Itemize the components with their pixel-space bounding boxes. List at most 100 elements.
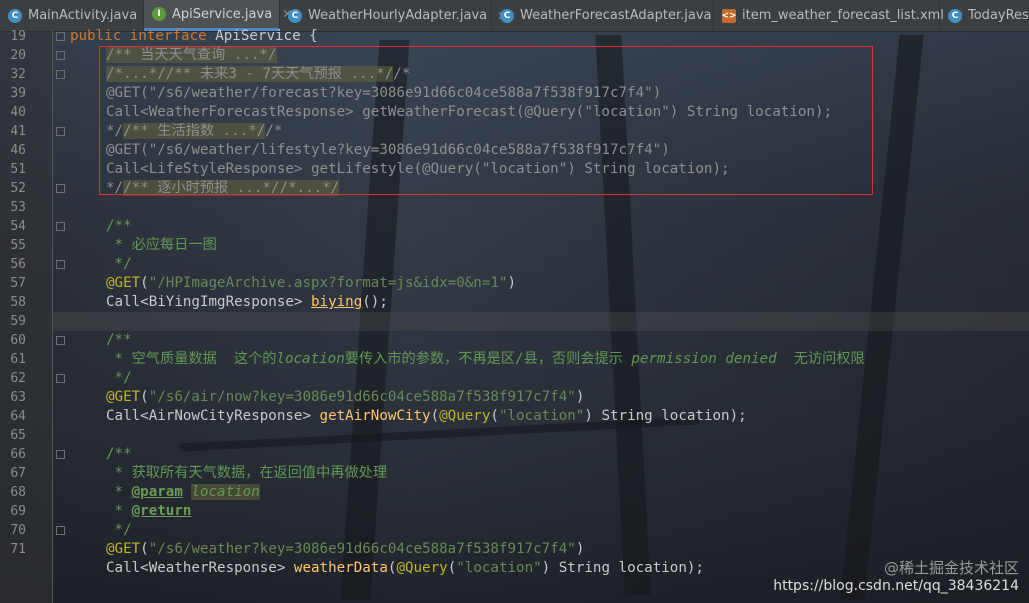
doc-param: location (191, 484, 260, 500)
fold-marker-icon[interactable] (56, 336, 65, 345)
fold-marker-icon[interactable] (56, 450, 65, 459)
line-number: 40 (10, 105, 26, 120)
line-number: 65 (10, 428, 26, 443)
class-file-icon: C (288, 8, 302, 23)
code-line: */ (106, 369, 132, 388)
tab-item-weather-forecast-list[interactable]: <> item_weather_forecast_list.xml ✕ (714, 0, 964, 31)
doc-comment: */ (106, 256, 132, 272)
annotation: @Query (439, 408, 491, 424)
string-literal: "location" (456, 560, 542, 576)
doc-tag: @param (131, 484, 183, 500)
doc-comment: 要传入市的参数，不再是区/县，否则会提示 (344, 351, 632, 367)
line-number: 51 (10, 162, 26, 177)
code-text: ) String location); (541, 560, 704, 576)
fold-marker-icon[interactable] (56, 32, 65, 41)
code-line: Call<WeatherResponse> weatherData(@Query… (106, 560, 704, 576)
line-number: 46 (10, 143, 26, 158)
code-line: * 空气质量数据 这个的location要传入市的参数，不再是区/县，否则会提示… (106, 350, 865, 369)
code-line: /** (106, 331, 132, 350)
tab-label: TodayResp (968, 8, 1029, 23)
doc-comment: * 空气质量数据 这个的 (106, 351, 277, 367)
fold-marker-icon[interactable] (56, 184, 65, 193)
line-number: 63 (10, 390, 26, 405)
line-number: 39 (10, 86, 26, 101)
class-file-icon: C (8, 8, 22, 23)
annotation: @GET (106, 541, 141, 557)
code-line: /** (106, 217, 132, 236)
line-number: 41 (10, 124, 26, 139)
fold-marker-icon[interactable] (56, 374, 65, 383)
annotation: @GET (106, 389, 141, 405)
tab-label: MainActivity.java (28, 8, 138, 23)
class-file-icon: C (500, 8, 514, 23)
method-name: weatherData (293, 560, 388, 576)
line-number: 60 (10, 333, 26, 348)
string-literal: "/s6/weather?key=3086e91d66c04ce588a7f53… (148, 541, 576, 557)
xml-file-icon: <> (721, 8, 737, 23)
watermark: @稀土掘金技术社区 https://blog.csdn.net/qq_38436… (773, 559, 1019, 595)
line-number: 32 (10, 67, 26, 82)
keyword: interface (129, 28, 207, 44)
code-line: Call<AirNowCityResponse> getAirNowCity(@… (106, 408, 747, 424)
code-line: * 获取所有天气数据，在返回值中再做处理 (106, 464, 387, 483)
return-type: Call<WeatherResponse> (106, 560, 294, 576)
fold-marker-icon[interactable] (56, 526, 65, 535)
doc-comment: 无访问权限 (776, 351, 865, 367)
keyword: public (70, 28, 122, 44)
code-line: Call<BiYingImgResponse> biying(); (106, 293, 388, 312)
line-number: 71 (10, 542, 26, 557)
line-number: 62 (10, 371, 26, 386)
class-file-icon: C (948, 8, 962, 23)
line-number: 67 (10, 466, 26, 481)
string-literal: "/HPImageArchive.aspx?format=js&idx=0&n=… (148, 275, 508, 291)
line-number: 53 (10, 200, 26, 215)
code-line: @GET("/s6/weather?key=3086e91d66c04ce588… (106, 541, 585, 557)
string-literal: "/s6/air/now?key=3086e91d66c04ce588a7f53… (148, 389, 576, 405)
line-number: 59 (10, 314, 26, 329)
watermark-csdn: https://blog.csdn.net/qq_38436214 (773, 578, 1019, 594)
string-literal: "location" (498, 408, 585, 424)
code-text: ) String location); (584, 408, 747, 424)
line-number: 70 (10, 523, 26, 538)
line-number: 69 (10, 504, 26, 519)
doc-comment: /** (106, 218, 132, 234)
doc-comment: * 必应每日一图 (106, 237, 217, 253)
tab-todayresp[interactable]: C TodayResp (940, 0, 1029, 31)
code-line: * @param location (106, 484, 260, 500)
line-number: 68 (10, 485, 26, 500)
annotation: @GET (106, 275, 141, 291)
line-number-gutter: 19 20 32 39 40 41 46 51 52 53 54 55 56 57 58 59 60 61 62 63… (0, 29, 65, 603)
line-number: 56 (10, 257, 26, 272)
line-number: 58 (10, 295, 26, 310)
tab-label: WeatherForecastAdapter.java (520, 8, 712, 23)
doc-comment: /** (106, 332, 132, 348)
method-name: getAirNowCity (319, 408, 431, 424)
highlight-box (99, 46, 873, 195)
interface-name: ApiService { (215, 28, 318, 44)
interface-file-icon: I (152, 7, 166, 21)
code-line: public interface ApiService { (70, 27, 318, 46)
line-number: 19 (10, 29, 26, 44)
code-line: @GET("/HPImageArchive.aspx?format=js&idx… (106, 275, 517, 291)
fold-marker-icon[interactable] (56, 222, 65, 231)
return-type: Call<AirNowCityResponse> (106, 408, 320, 424)
code-line: * @return (106, 503, 192, 519)
fold-marker-icon[interactable] (56, 51, 65, 60)
tab-label: ApiService.java (172, 6, 273, 22)
code-line: */ (106, 521, 132, 540)
line-number: 52 (10, 181, 26, 196)
tab-label: WeatherHourlyAdapter.java (308, 8, 488, 23)
line-number: 64 (10, 409, 26, 424)
tab-weatherforecastadapter[interactable]: C WeatherForecastAdapter.java ✕ (492, 0, 732, 31)
line-number: 55 (10, 238, 26, 253)
line-number: 57 (10, 276, 26, 291)
line-number: 61 (10, 352, 26, 367)
fold-marker-icon[interactable] (56, 127, 65, 136)
fold-marker-icon[interactable] (56, 70, 65, 79)
doc-tag: @return (131, 503, 192, 519)
method-name: biying (311, 294, 363, 310)
code-line: * 必应每日一图 (106, 236, 217, 255)
fold-marker-icon[interactable] (56, 260, 65, 269)
return-type: Call<BiYingImgResponse> (106, 294, 311, 310)
annotation: @Query (396, 560, 448, 576)
